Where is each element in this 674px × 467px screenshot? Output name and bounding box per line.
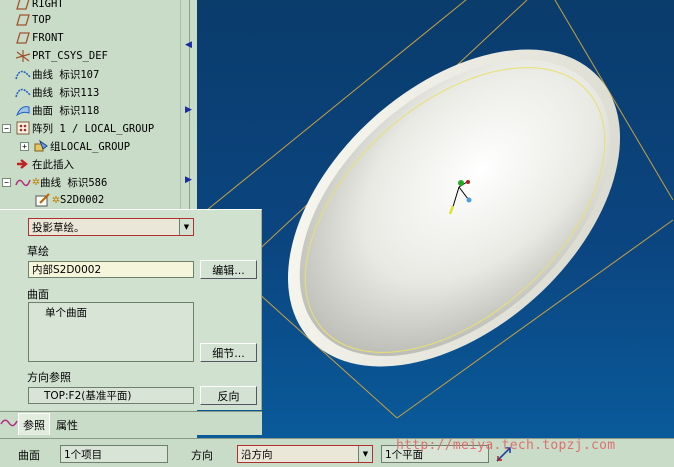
sketch-label: 草绘 [27, 245, 49, 258]
sketch-icon [34, 192, 52, 208]
curve-type-select[interactable]: 投影草绘。 ▼ [28, 218, 194, 236]
tree-item-label: 在此插入 [32, 158, 74, 171]
datum-plane-icon [14, 12, 32, 28]
collapse-left-icon[interactable]: ◀ [185, 40, 192, 50]
tree-item-curve-107[interactable]: 曲线 标识107 [14, 65, 99, 83]
collapse-toggle[interactable]: − [2, 177, 11, 187]
curve-icon [14, 66, 32, 82]
dashboard-tabs: 参照 属性 [0, 411, 262, 435]
sketch-value: 内部S2D0002 [32, 264, 102, 276]
curve-icon [14, 174, 32, 190]
expand-right-icon[interactable]: ▶ [185, 175, 192, 185]
direction-reference-label: 方向参照 [27, 371, 71, 384]
datum-plane-icon [14, 30, 32, 46]
tree-item-label: S2D0002 [60, 194, 105, 206]
tree-item-label: TOP [32, 14, 51, 26]
model-tree: RIGHT TOP FRONT PRT_CSYS_DEF 曲线 标识107 曲线… [0, 0, 180, 212]
tree-item-surface-118[interactable]: 曲面 标识118 [14, 101, 99, 119]
tree-item-label: PRT_CSYS_DEF [32, 50, 108, 62]
curve-feature-icon [0, 415, 18, 434]
surface-count: 1个项目 [64, 448, 103, 461]
watermark-text: http://meiya.tech.topzj.com [396, 438, 616, 453]
csys-icon [14, 48, 32, 64]
tree-splitter[interactable]: ◀ ▶ ▶ [180, 0, 197, 212]
model-scene [206, 0, 674, 419]
tree-item-label: FRONT [32, 32, 64, 44]
surface-label: 曲面 [18, 449, 40, 462]
tab-references[interactable]: 参照 [18, 413, 50, 435]
direction-select[interactable]: 沿方向 ▼ [237, 445, 373, 463]
expand-right-icon[interactable]: ▶ [185, 105, 192, 115]
surface-collector[interactable]: 单个曲面 [28, 302, 194, 362]
details-button[interactable]: 细节... [200, 343, 257, 362]
flip-button[interactable]: 反向 [200, 386, 257, 405]
tree-item-sketch[interactable]: ✲ S2D0002 [34, 191, 104, 209]
tree-item-label: 阵列 1 / LOCAL_GROUP [32, 122, 155, 135]
surface-label: 曲面 [27, 288, 49, 301]
tree-item-csys[interactable]: PRT_CSYS_DEF [14, 47, 108, 65]
collapse-toggle[interactable]: − [2, 123, 11, 133]
references-panel: 投影草绘。 ▼ 草绘 内部S2D0002 编辑... 曲面 单个曲面 细节...… [0, 209, 262, 410]
tree-item-front[interactable]: FRONT [14, 29, 64, 47]
tree-item-top[interactable]: TOP [14, 11, 51, 29]
graphics-viewport[interactable] [197, 0, 674, 438]
tree-item-group[interactable]: + 组LOCAL_GROUP [20, 137, 130, 155]
direction-value: 沿方向 [241, 448, 273, 461]
tree-item-curve-586[interactable]: − ✲ 曲线 标识586 [2, 173, 107, 191]
tree-item-curve-113[interactable]: 曲线 标识113 [14, 83, 99, 101]
surface-collector-field[interactable]: 1个项目 [60, 445, 168, 463]
direction-reference-field[interactable]: TOP:F2(基准平面) [28, 387, 194, 404]
surface-icon [14, 102, 32, 118]
surface-list-item[interactable]: 单个曲面 [29, 303, 193, 320]
tab-properties[interactable]: 属性 [56, 417, 78, 433]
direction-reference-value: TOP:F2(基准平面) [44, 390, 132, 402]
pattern-icon [14, 120, 32, 136]
chevron-down-icon[interactable]: ▼ [358, 446, 372, 462]
tree-item-label: 曲线 标识113 [32, 86, 100, 99]
group-icon [32, 138, 50, 154]
tree-item-label: 曲线 标识586 [40, 176, 108, 189]
tree-item-label: 曲面 标识118 [32, 104, 100, 117]
chevron-down-icon[interactable]: ▼ [179, 219, 193, 235]
tree-item-label: 组LOCAL_GROUP [50, 140, 131, 153]
curve-icon [14, 84, 32, 100]
tree-item-label: RIGHT [32, 0, 64, 10]
tree-item-label: 曲线 标识107 [32, 68, 100, 81]
direction-label: 方向 [191, 449, 213, 462]
tree-item-insert-here[interactable]: 在此插入 [14, 155, 74, 173]
tree-item-pattern[interactable]: − 阵列 1 / LOCAL_GROUP [2, 119, 154, 137]
edit-button[interactable]: 编辑... [200, 260, 257, 279]
new-feature-star-icon: ✲ [31, 176, 41, 188]
insert-here-arrow-icon [14, 156, 32, 172]
sketch-field[interactable]: 内部S2D0002 [28, 261, 194, 278]
new-feature-star-icon: ✲ [51, 194, 61, 206]
expand-toggle[interactable]: + [20, 141, 29, 151]
curve-type-value: 投影草绘。 [32, 221, 85, 234]
